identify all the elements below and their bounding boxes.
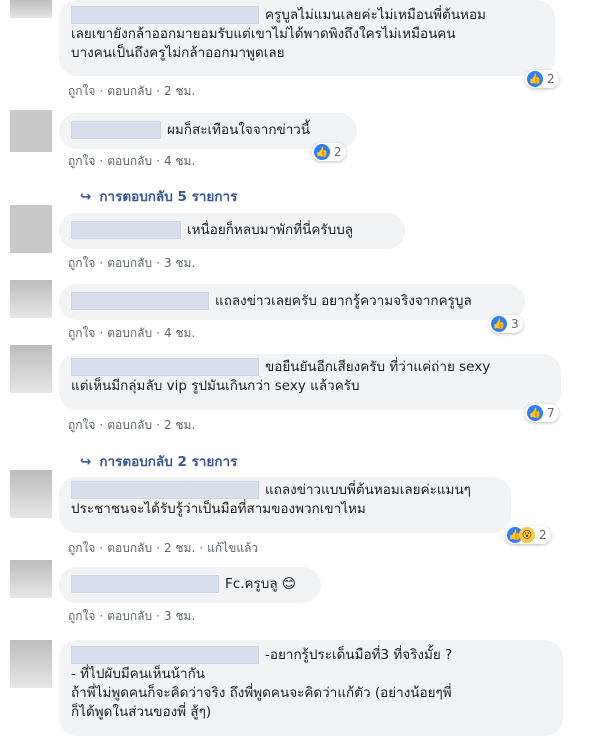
edited-label[interactable]: แก้ไขแล้ว <box>207 541 258 555</box>
like-link[interactable]: ถูกใจ <box>68 541 95 555</box>
comment-bubble: Fc.ครูบลู 😊 <box>59 567 321 603</box>
comment-bubble: แถลงข่าวเลยครับ อยากรู้ความจริงจากครูบูล <box>59 284 525 320</box>
thumbs-up-icon: 👍 <box>491 316 507 332</box>
view-replies-link[interactable]: ↪ การตอบกลับ 5 รายการ <box>80 185 237 207</box>
timestamp[interactable]: 3 ชม. <box>164 256 195 270</box>
comment-actions: ถูกใจ · ตอบกลับ · 2 ชม. <box>68 84 196 98</box>
reply-link[interactable]: ตอบกลับ <box>107 609 152 623</box>
reply-arrow-icon: ↪ <box>80 189 92 205</box>
comment-actions: ถูกใจ · ตอบกลับ · 2 ชม. · แก้ไขแล้ว <box>68 541 259 555</box>
comment-bubble: แถลงข่าวแบบพี่ต้นหอมเลยค่ะแมนๆ ประชาชนจะ… <box>59 477 511 533</box>
comment-text: เหนื่อยก็หลบมาพักที่นี่ครับบลู <box>187 222 354 238</box>
reaction-summary[interactable]: 👍 3 <box>489 315 523 333</box>
like-link[interactable]: ถูกใจ <box>68 154 95 168</box>
avatar[interactable] <box>10 470 52 518</box>
reaction-count: 2 <box>547 72 555 86</box>
comment-text: Fc.ครูบลู 😊 <box>225 576 296 592</box>
avatar[interactable] <box>10 560 52 598</box>
comment-actions: ถูกใจ · ตอบกลับ · 2 ชม. <box>68 418 196 432</box>
comment-actions: ถูกใจ · ตอบกลับ · 3 ชม. <box>68 256 196 270</box>
comment-actions: ถูกใจ · ตอบกลับ · 3 ชม. <box>68 609 196 623</box>
commenter-name[interactable] <box>71 358 259 376</box>
timestamp[interactable]: 4 ชม. <box>164 154 195 168</box>
timestamp[interactable]: 2 ชม. <box>164 84 195 98</box>
reaction-count: 2 <box>539 528 547 542</box>
avatar[interactable] <box>10 280 52 318</box>
commenter-name[interactable] <box>71 575 219 593</box>
timestamp[interactable]: 4 ชม. <box>164 326 195 340</box>
like-link[interactable]: ถูกใจ <box>68 418 95 432</box>
timestamp[interactable]: 2 ชม. <box>164 541 195 555</box>
view-replies-link[interactable]: ↪ การตอบกลับ 2 รายการ <box>80 450 237 472</box>
comment-actions: ถูกใจ · ตอบกลับ · 4 ชม. <box>68 154 196 168</box>
reply-link[interactable]: ตอบกลับ <box>107 84 152 98</box>
reply-link[interactable]: ตอบกลับ <box>107 326 152 340</box>
reply-link[interactable]: ตอบกลับ <box>107 154 152 168</box>
commenter-name[interactable] <box>71 221 181 239</box>
commenter-name[interactable] <box>71 292 209 310</box>
avatar[interactable] <box>10 205 52 253</box>
thumbs-up-icon: 👍 <box>527 405 543 421</box>
replies-count-label: การตอบกลับ 5 รายการ <box>99 189 238 205</box>
commenter-name[interactable] <box>71 6 259 24</box>
commenter-name[interactable] <box>71 481 259 499</box>
thumbs-up-icon: 👍 <box>527 71 543 87</box>
reaction-summary[interactable]: 👍 2 <box>525 70 559 88</box>
reaction-count: 7 <box>547 406 555 420</box>
wow-face-icon: 😮 <box>519 527 535 543</box>
replies-count-label: การตอบกลับ 2 รายการ <box>99 454 238 470</box>
comment-text: แถลงข่าวเลยครับ อยากรู้ความจริงจากครูบูล <box>215 293 472 309</box>
timestamp[interactable]: 3 ชม. <box>164 609 195 623</box>
commenter-name[interactable] <box>71 121 161 139</box>
reply-link[interactable]: ตอบกลับ <box>107 256 152 270</box>
reaction-summary[interactable]: 👍 7 <box>525 404 559 422</box>
like-link[interactable]: ถูกใจ <box>68 256 95 270</box>
like-link[interactable]: ถูกใจ <box>68 84 95 98</box>
avatar[interactable] <box>10 0 52 18</box>
comment-bubble: ผมก็สะเทือนใจจากข่าวนี้ <box>59 113 357 149</box>
reaction-count: 2 <box>334 145 342 159</box>
commenter-name[interactable] <box>71 646 259 664</box>
comment-text: ผมก็สะเทือนใจจากข่าวนี้ <box>167 122 311 138</box>
reaction-summary[interactable]: 👍 2 <box>312 143 346 161</box>
avatar[interactable] <box>10 345 52 393</box>
comment-actions: ถูกใจ · ตอบกลับ · 4 ชม. <box>68 326 196 340</box>
comment-bubble: เหนื่อยก็หลบมาพักที่นี่ครับบลู <box>59 213 405 249</box>
avatar[interactable] <box>10 110 52 152</box>
comment-bubble: ขอยืนยันอีกเสียงครับ ที่ว่าแค่ถ่าย sexy … <box>59 354 561 410</box>
avatar[interactable] <box>10 640 52 688</box>
like-link[interactable]: ถูกใจ <box>68 326 95 340</box>
reply-arrow-icon: ↪ <box>80 454 92 470</box>
thumbs-up-icon: 👍 <box>314 144 330 160</box>
reply-link[interactable]: ตอบกลับ <box>107 418 152 432</box>
like-link[interactable]: ถูกใจ <box>68 609 95 623</box>
timestamp[interactable]: 2 ชม. <box>164 418 195 432</box>
reaction-count: 3 <box>511 317 519 331</box>
comment-bubble: ครูบูลไม่แมนเลยค่ะไม่เหมือนพี่ต้นหอม เลย… <box>59 0 555 76</box>
reaction-summary[interactable]: 👍 😮 2 <box>505 526 551 544</box>
reply-link[interactable]: ตอบกลับ <box>107 541 152 555</box>
comment-bubble: -อยากรู้ประเด็นมือที่3 ที่จริงมั้ย ? - ท… <box>59 640 563 736</box>
